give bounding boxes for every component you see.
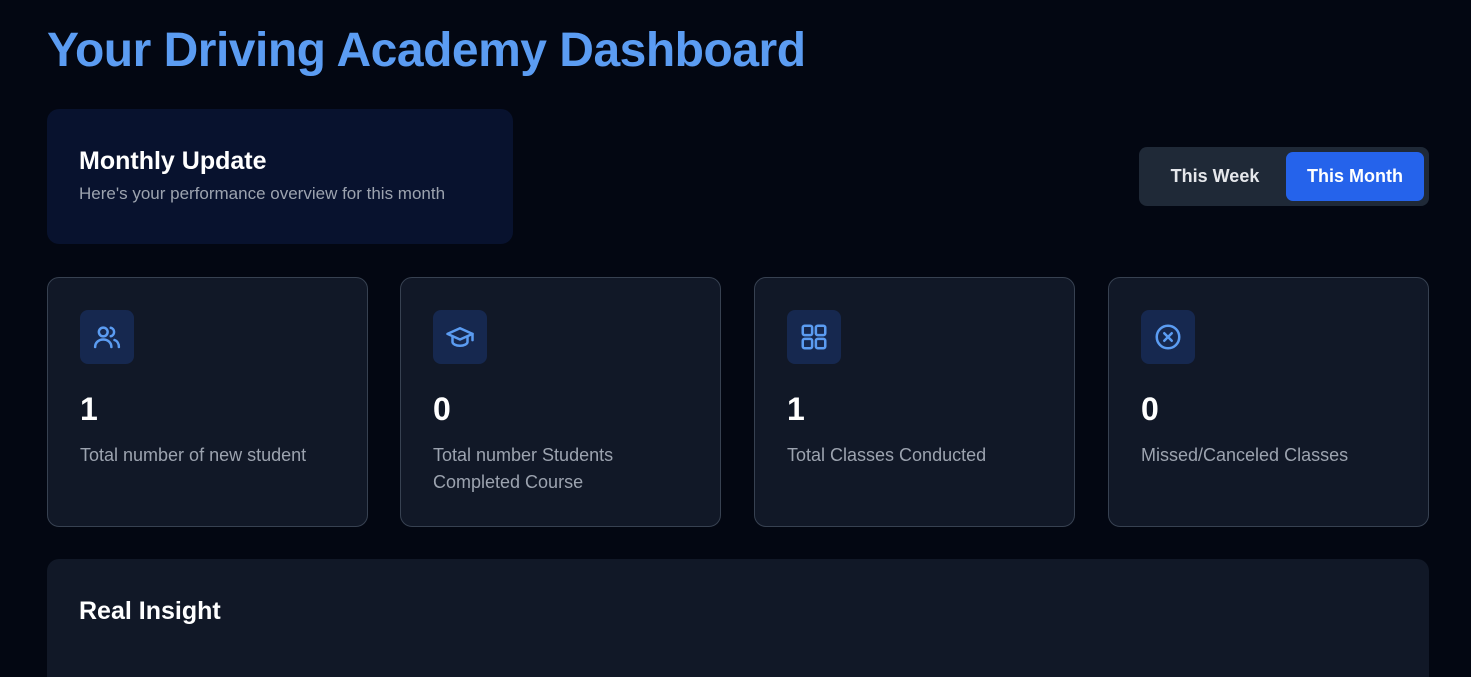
this-week-button[interactable]: This Week bbox=[1144, 152, 1286, 201]
stat-label: Total number of new student bbox=[80, 445, 307, 465]
stat-label: Total number Students Completed Course bbox=[433, 445, 614, 492]
users-icon bbox=[80, 310, 134, 364]
stat-value: 1 bbox=[80, 391, 98, 427]
stat-label: Missed/Canceled Classes bbox=[1141, 445, 1349, 465]
grid-icon bbox=[787, 310, 841, 364]
stat-card-new-students: 1 Total number of new student bbox=[47, 277, 368, 527]
stat-value: 0 bbox=[1141, 391, 1159, 427]
monthly-update-title: Monthly Update bbox=[79, 147, 267, 175]
stat-card-completed-course: 0 Total number Students Completed Course bbox=[400, 277, 721, 527]
monthly-update-subtitle: Here's your performance overview for thi… bbox=[79, 184, 446, 203]
stats-grid: 1 Total number of new student 0 Total nu… bbox=[47, 277, 1429, 527]
x-circle-icon bbox=[1141, 310, 1195, 364]
page-title: Your Driving Academy Dashboard bbox=[47, 24, 806, 77]
period-toggle: This Week This Month bbox=[1139, 147, 1429, 206]
stat-value: 0 bbox=[433, 391, 451, 427]
dashboard-page: Your Driving Academy Dashboard Monthly U… bbox=[0, 0, 1471, 677]
this-month-button[interactable]: This Month bbox=[1286, 152, 1424, 201]
stat-value: 1 bbox=[787, 391, 805, 427]
stat-label: Total Classes Conducted bbox=[787, 445, 987, 465]
graduation-cap-icon bbox=[433, 310, 487, 364]
stat-card-missed-classes: 0 Missed/Canceled Classes bbox=[1108, 277, 1429, 527]
real-insight-title: Real Insight bbox=[79, 597, 221, 625]
stat-card-classes-conducted: 1 Total Classes Conducted bbox=[754, 277, 1075, 527]
real-insight-card: Real Insight bbox=[47, 559, 1429, 677]
monthly-update-card: Monthly Update Here's your performance o… bbox=[47, 109, 513, 244]
